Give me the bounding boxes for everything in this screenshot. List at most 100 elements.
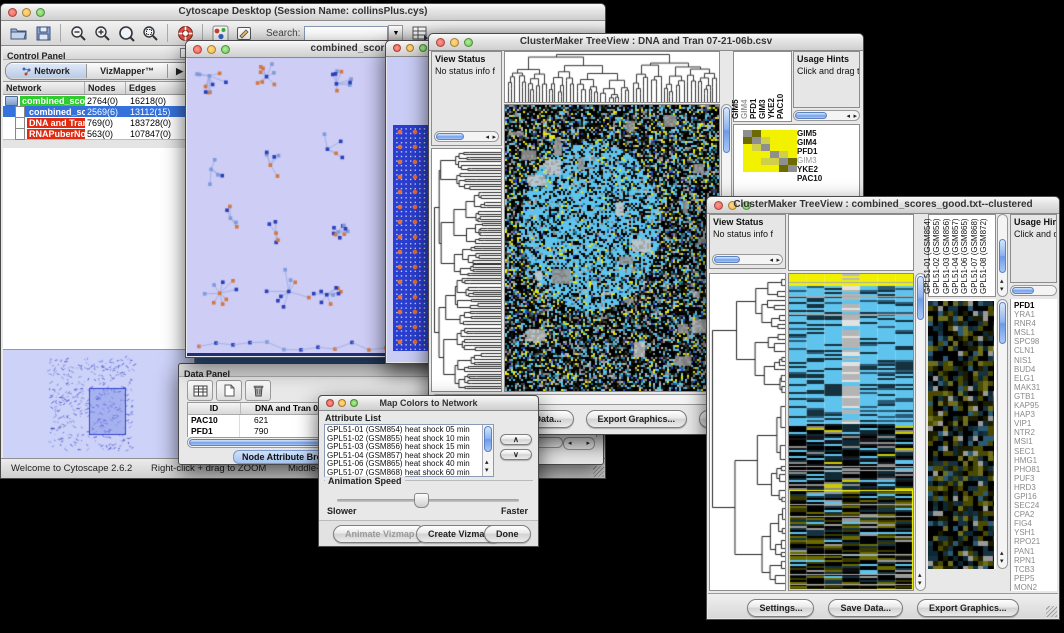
- id-column-header[interactable]: ID: [188, 403, 241, 414]
- col-nodes[interactable]: Nodes: [85, 82, 126, 94]
- tv1-row-label[interactable]: PFD1: [797, 147, 822, 156]
- matrix-cell[interactable]: [761, 151, 770, 158]
- resize-grip[interactable]: [593, 466, 604, 477]
- hscroll-arrows[interactable]: ◂▸: [563, 437, 595, 450]
- save-data-button[interactable]: Save Data...: [828, 599, 903, 617]
- tv1-heatmap[interactable]: [504, 104, 720, 392]
- matrix-cell[interactable]: [743, 165, 752, 172]
- matrix-cell[interactable]: [779, 144, 788, 151]
- gene-label[interactable]: MSI1: [1014, 437, 1057, 446]
- matrix-cell[interactable]: [743, 144, 752, 151]
- matrix-cell[interactable]: [743, 137, 752, 144]
- scroll-thumb[interactable]: [436, 133, 464, 140]
- gene-label[interactable]: YRA1: [1014, 310, 1057, 319]
- gene-label[interactable]: KAP95: [1014, 401, 1057, 410]
- tv1-correlation-matrix[interactable]: [743, 130, 797, 172]
- matrix-cell[interactable]: [788, 137, 797, 144]
- matrix-cell[interactable]: [743, 158, 752, 165]
- select-attributes-icon[interactable]: [187, 380, 213, 401]
- export-graphics-button[interactable]: Export Graphics...: [586, 410, 688, 428]
- zoom-fit-button[interactable]: [115, 23, 137, 43]
- tv2-gene-list[interactable]: PFD1YRA1RNR4MSL1SPC98CLN1NIS1BUD4ELG1MAK…: [1011, 299, 1057, 592]
- matrix-cell[interactable]: [770, 137, 779, 144]
- save-session-button[interactable]: [32, 23, 54, 43]
- matrix-cell[interactable]: [761, 165, 770, 172]
- gene-label[interactable]: PHO81: [1014, 465, 1057, 474]
- tv1-row-label[interactable]: PAC10: [797, 174, 822, 183]
- matrix-cell[interactable]: [761, 137, 770, 144]
- matrix-cell[interactable]: [752, 144, 761, 151]
- tv1-row-label[interactable]: GIM4: [797, 138, 822, 147]
- matrix-cell[interactable]: [743, 130, 752, 137]
- tv1-row-label[interactable]: GIM5: [797, 129, 822, 138]
- gene-label[interactable]: TCB3: [1014, 565, 1057, 574]
- network-tree-row[interactable]: DNA and Tran 07 769(0)183728(0): [3, 117, 194, 128]
- network-tree-row[interactable]: RNAPuberNov2+| 563(0)107847(0): [3, 128, 194, 139]
- tv1-column-dendrogram[interactable]: [504, 51, 720, 103]
- tv2-usage-hscrollbar[interactable]: [1010, 285, 1057, 296]
- matrix-cell[interactable]: [761, 158, 770, 165]
- matrix-cell[interactable]: [779, 151, 788, 158]
- gene-label[interactable]: NTR2: [1014, 428, 1057, 437]
- resize-grip[interactable]: [1046, 606, 1057, 617]
- gene-label[interactable]: SEC1: [1014, 447, 1057, 456]
- gene-label[interactable]: HMG1: [1014, 456, 1057, 465]
- matrix-cell[interactable]: [761, 144, 770, 151]
- tv2-zoom-heatmap-box[interactable]: [928, 299, 996, 569]
- tv2-zoom-vscrollbar[interactable]: ▴▾: [997, 299, 1008, 569]
- tab-vizmapper[interactable]: VizMapper™: [87, 64, 168, 78]
- zoom-in-button[interactable]: [91, 23, 113, 43]
- delete-attribute-trash-icon[interactable]: [245, 380, 271, 401]
- scroll-thumb[interactable]: [1012, 287, 1034, 294]
- tv2-status-hscrollbar[interactable]: ◂▸: [712, 254, 783, 265]
- scroll-thumb[interactable]: [484, 426, 492, 452]
- animate-vizmap-button[interactable]: Animate Vizmap: [333, 525, 426, 543]
- map-colors-dialog[interactable]: Map Colors to Network Attribute List GPL…: [318, 395, 539, 547]
- network-tree-row[interactable]: combined_scores 2764(0)16218(0): [3, 95, 194, 106]
- matrix-cell[interactable]: [770, 151, 779, 158]
- gene-label[interactable]: MSL1: [1014, 328, 1057, 337]
- matrix-cell[interactable]: [752, 130, 761, 137]
- search-input[interactable]: [304, 26, 388, 41]
- matrix-cell[interactable]: [788, 130, 797, 137]
- gene-label[interactable]: HAP3: [1014, 410, 1057, 419]
- tv1-status-hscrollbar[interactable]: ◂▸: [434, 131, 499, 142]
- scroll-thumb[interactable]: [723, 107, 730, 153]
- network-tree-row[interactable]: combined_sco 2569(6)13112(15): [3, 106, 194, 117]
- zoom-out-button[interactable]: [67, 23, 89, 43]
- main-titlebar[interactable]: Cytoscape Desktop (Session Name: collins…: [1, 4, 605, 21]
- gene-label[interactable]: PUF3: [1014, 474, 1057, 483]
- matrix-cell[interactable]: [788, 151, 797, 158]
- matrix-cell[interactable]: [779, 158, 788, 165]
- tv2-heatmap[interactable]: [788, 273, 914, 591]
- gene-label[interactable]: PAN1: [1014, 547, 1057, 556]
- tv1-row-label[interactable]: YKE2: [797, 165, 822, 174]
- move-up-button[interactable]: ∧: [500, 434, 532, 445]
- matrix-cell[interactable]: [788, 144, 797, 151]
- matrix-cell[interactable]: [743, 151, 752, 158]
- tv2-vscrollbar[interactable]: ▴▾: [915, 273, 926, 591]
- open-session-button[interactable]: [8, 23, 30, 43]
- scroll-thumb[interactable]: [999, 302, 1006, 344]
- matrix-cell[interactable]: [770, 165, 779, 172]
- matrix-cell[interactable]: [752, 158, 761, 165]
- matrix-cell[interactable]: [770, 130, 779, 137]
- matrix-cell[interactable]: [752, 165, 761, 172]
- matrix-cell[interactable]: [779, 137, 788, 144]
- matrix-cell[interactable]: [788, 158, 797, 165]
- col-network[interactable]: Network: [3, 82, 85, 94]
- gene-label[interactable]: GTB1: [1014, 392, 1057, 401]
- matrix-cell[interactable]: [788, 165, 797, 172]
- tv1-row-dendrogram[interactable]: [431, 148, 502, 392]
- birdseye-overview-panel[interactable]: [3, 349, 193, 459]
- speed-slider-thumb[interactable]: [414, 493, 429, 508]
- gene-label[interactable]: CPA2: [1014, 510, 1057, 519]
- gene-label[interactable]: PFD1: [1014, 301, 1057, 310]
- close-button[interactable]: [393, 44, 401, 52]
- tv2-labels-vscrollbar[interactable]: ▴▾: [997, 214, 1008, 297]
- matrix-cell[interactable]: [770, 158, 779, 165]
- gene-label[interactable]: MON2: [1014, 583, 1057, 592]
- minimize-button[interactable]: [406, 44, 414, 52]
- scroll-thumb[interactable]: [999, 239, 1006, 273]
- gene-label[interactable]: SEC24: [1014, 501, 1057, 510]
